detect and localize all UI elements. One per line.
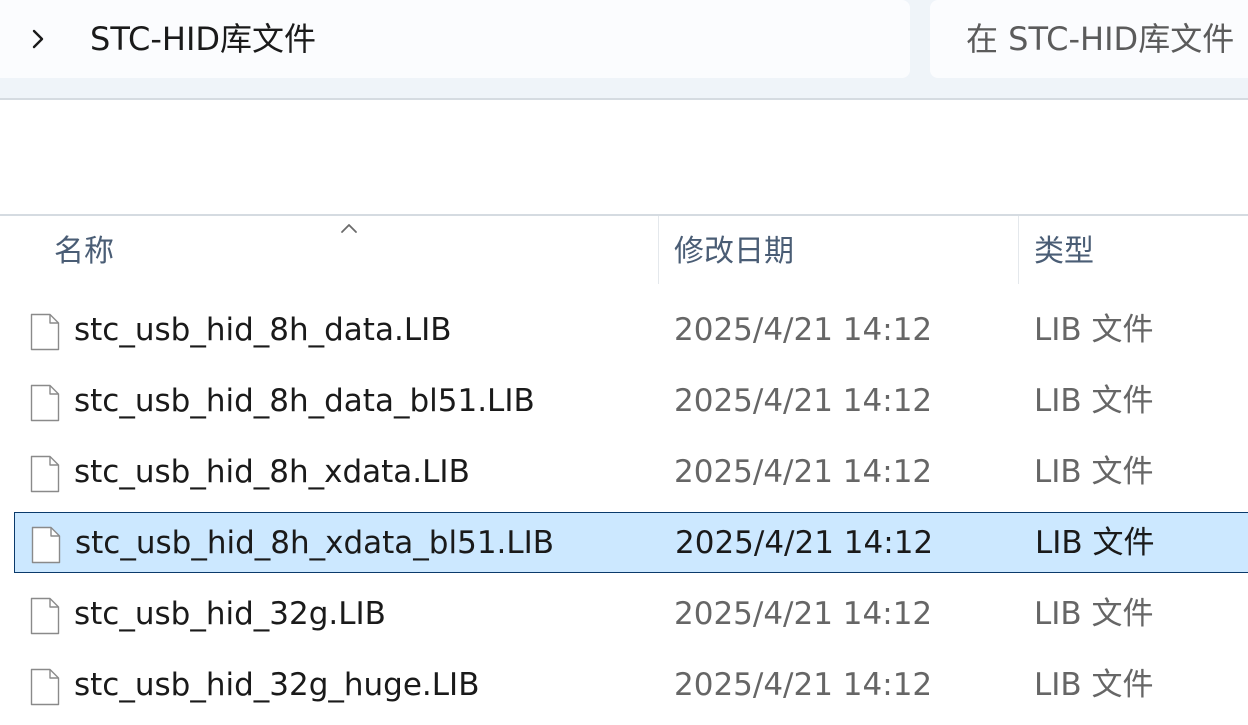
file-modified-date: 2025/4/21 14:12 <box>674 667 933 703</box>
search-input[interactable]: 在 STC-HID库文件 <box>930 0 1248 78</box>
file-name[interactable]: stc_usb_hid_8h_data_bl51.LIB <box>74 377 535 425</box>
file-modified-date: 2025/4/21 14:12 <box>674 312 933 348</box>
file-name[interactable]: stc_usb_hid_8h_xdata_bl51.LIB <box>75 519 554 567</box>
file-type: LIB 文件 <box>1034 312 1154 348</box>
file-row[interactable]: stc_usb_hid_8h_xdata_bl51.LIB 2025/4/21 1… <box>14 512 1248 573</box>
file-modified-date: 2025/4/21 14:12 <box>674 596 933 632</box>
file-icon <box>30 668 60 706</box>
file-name[interactable]: stc_usb_hid_8h_xdata.LIB <box>74 448 470 496</box>
file-type: LIB 文件 <box>1034 383 1154 419</box>
search-placeholder: 在 STC-HID库文件 <box>966 20 1235 58</box>
file-name[interactable]: stc_usb_hid_8h_data.LIB <box>74 306 452 354</box>
header-divider <box>0 214 1248 216</box>
file-row[interactable]: stc_usb_hid_8h_data_bl51.LIB 2025/4/21 14… <box>14 371 1248 432</box>
file-row[interactable]: stc_usb_hid_32g_huge.LIB 2025/4/21 14:12 L… <box>14 655 1248 716</box>
file-icon <box>31 526 61 564</box>
file-type: LIB 文件 <box>1035 525 1155 561</box>
toolbar-divider <box>0 98 1248 100</box>
address-bar[interactable]: STC-HID库文件 <box>0 0 910 78</box>
file-icon <box>30 313 60 351</box>
file-type: LIB 文件 <box>1034 454 1154 490</box>
file-type: LIB 文件 <box>1034 667 1154 703</box>
breadcrumb-current-folder[interactable]: STC-HID库文件 <box>90 16 316 62</box>
file-type: LIB 文件 <box>1034 596 1154 632</box>
file-name[interactable]: stc_usb_hid_32g.LIB <box>74 590 386 638</box>
navigation-bar: STC-HID库文件 在 STC-HID库文件 <box>0 0 1248 98</box>
column-header-name[interactable]: 名称 <box>54 230 114 274</box>
file-modified-date: 2025/4/21 14:12 <box>674 454 933 490</box>
sort-ascending-icon <box>338 220 360 234</box>
file-icon <box>30 455 60 493</box>
file-name[interactable]: stc_usb_hid_32g_huge.LIB <box>74 661 479 709</box>
column-separator[interactable] <box>1018 216 1019 284</box>
file-modified-date: 2025/4/21 14:12 <box>675 525 934 561</box>
file-icon <box>30 597 60 635</box>
column-header-type[interactable]: 类型 <box>1034 230 1094 274</box>
file-row[interactable]: stc_usb_hid_8h_data.LIB 2025/4/21 14:12 LI… <box>14 300 1248 361</box>
file-modified-date: 2025/4/21 14:12 <box>674 383 933 419</box>
column-header-modified[interactable]: 修改日期 <box>674 230 794 274</box>
chevron-right-icon[interactable] <box>26 22 50 56</box>
file-row[interactable]: stc_usb_hid_32g.LIB 2025/4/21 14:12 LIB 文件 <box>14 584 1248 645</box>
file-row[interactable]: stc_usb_hid_8h_xdata.LIB 2025/4/21 14:12 L… <box>14 442 1248 503</box>
file-icon <box>30 384 60 422</box>
column-separator[interactable] <box>658 216 659 284</box>
